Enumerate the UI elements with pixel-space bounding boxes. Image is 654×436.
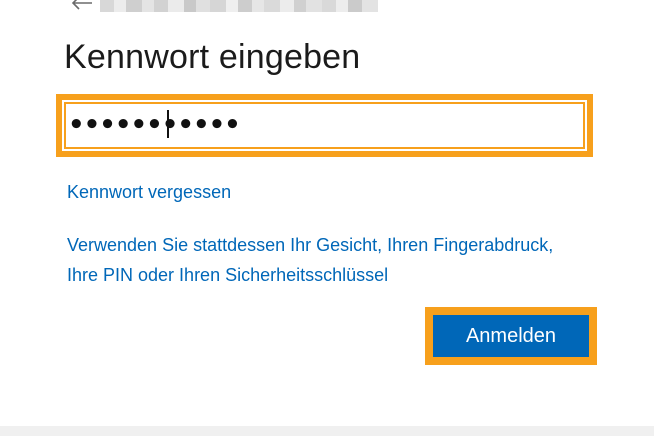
redacted-account-email — [100, 0, 378, 12]
sign-in-button[interactable]: Anmelden — [433, 315, 589, 357]
sign-in-card: Kennwort eingeben ••••••••••• Kennwort v… — [0, 0, 654, 426]
other-options-line-2: Ihre PIN oder Ihren Sicherheitsschlüssel — [67, 265, 389, 285]
password-masked-value: ••••••••••• — [68, 110, 241, 140]
other-options-line-1: Verwenden Sie stattdessen Ihr Gesicht, I… — [67, 235, 554, 255]
text-caret — [167, 110, 169, 138]
arrow-left-icon[interactable] — [70, 0, 94, 10]
page-title: Kennwort eingeben — [64, 38, 361, 76]
footer-strip — [0, 426, 654, 436]
forgot-password-link[interactable]: Kennwort vergessen — [67, 177, 231, 207]
other-sign-in-options-link[interactable]: Verwenden Sie stattdessen Ihr Gesicht, I… — [67, 230, 607, 290]
